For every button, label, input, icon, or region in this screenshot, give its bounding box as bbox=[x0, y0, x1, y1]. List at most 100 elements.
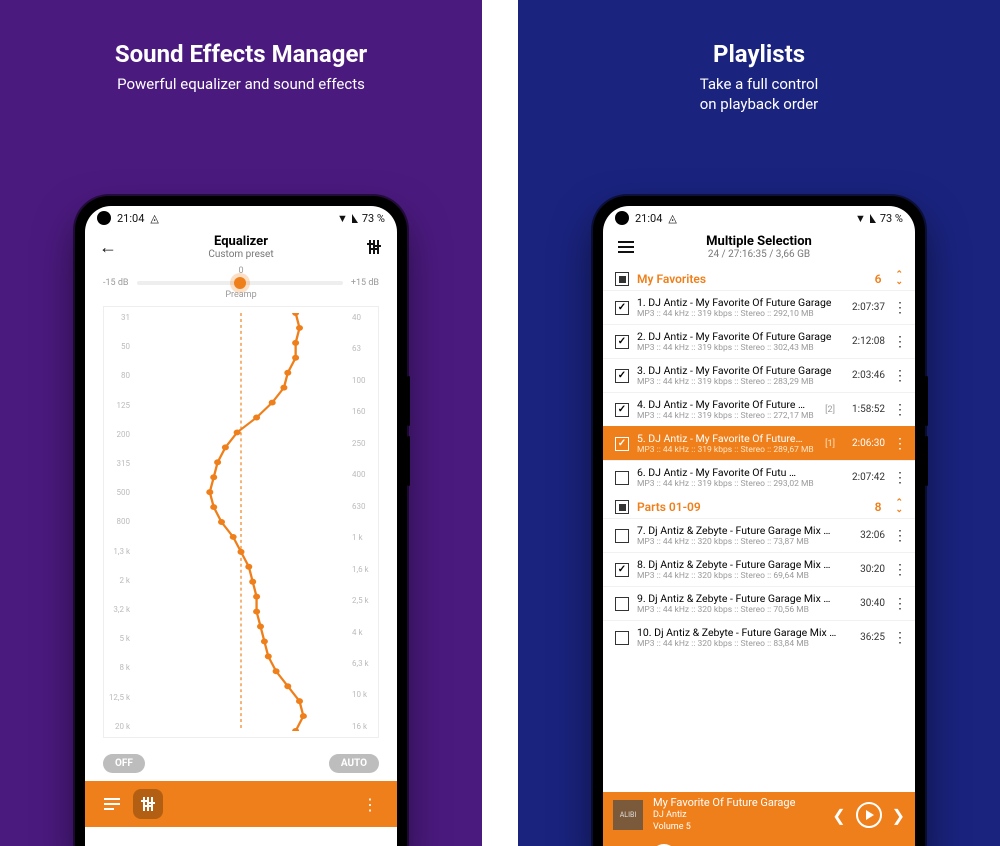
track-row[interactable]: 7. Dj Antiz & Zebyte - Future Garage Mix… bbox=[603, 518, 915, 552]
axis-tick: 315 bbox=[108, 459, 130, 468]
axis-tick: 80 bbox=[108, 371, 130, 380]
section-count: 8 bbox=[875, 500, 888, 514]
axis-tick: 31 bbox=[108, 313, 130, 322]
track-checkbox[interactable] bbox=[615, 471, 629, 485]
preamp-knob[interactable] bbox=[234, 277, 246, 289]
track-overflow-icon[interactable]: ⋮ bbox=[893, 599, 907, 609]
track-checkbox[interactable] bbox=[615, 369, 629, 383]
playlist-section-header[interactable]: My Favorites 6 ⌃⌄ bbox=[603, 266, 915, 290]
track-row[interactable]: 6. DJ Antiz - My Favorite Of Futu …MP3 :… bbox=[603, 460, 915, 494]
track-overflow-icon[interactable]: ⋮ bbox=[893, 303, 907, 313]
preamp-center-label: 0 bbox=[103, 266, 379, 276]
playlist-section-header[interactable]: Parts 01-09 8 ⌃⌄ bbox=[603, 494, 915, 518]
track-row[interactable]: 8. Dj Antiz & Zebyte - Future Garage Mix… bbox=[603, 552, 915, 586]
axis-tick: 5 k bbox=[108, 634, 130, 643]
signal-icon bbox=[870, 214, 876, 223]
track-checkbox[interactable] bbox=[615, 403, 629, 417]
axis-tick: 40 bbox=[352, 313, 374, 322]
track-overflow-icon[interactable]: ⋮ bbox=[893, 531, 907, 541]
track-title: 5. DJ Antiz - My Favorite Of Future… bbox=[637, 432, 815, 445]
phone-frame: 21:04 ◬ ▼ 73 % Multiple Selection 24 / 2… bbox=[593, 196, 925, 846]
battery-text: 73 % bbox=[362, 212, 385, 225]
track-meta: MP3 :: 44 kHz :: 320 kbps :: Stereo :: 7… bbox=[637, 537, 837, 547]
eq-off-button[interactable]: OFF bbox=[103, 754, 145, 773]
now-title: My Favorite Of Future Garage bbox=[653, 797, 822, 809]
track-checkbox[interactable] bbox=[615, 631, 629, 645]
track-badge: [1] bbox=[823, 439, 837, 449]
eq-auto-button[interactable]: AUTO bbox=[329, 754, 379, 773]
track-row[interactable]: 10. Dj Antiz & Zebyte - Future Garage Mi… bbox=[603, 620, 915, 654]
preamp-label: Preamp bbox=[103, 290, 379, 300]
dnd-icon: ◬ bbox=[668, 212, 676, 225]
track-row[interactable]: 5. DJ Antiz - My Favorite Of Future…MP3 … bbox=[603, 426, 915, 460]
status-time: 21:04 bbox=[117, 212, 144, 225]
prev-icon[interactable]: ❮ bbox=[832, 806, 845, 825]
camera-cutout-icon bbox=[615, 211, 629, 225]
now-playing-bar[interactable]: ALIBI My Favorite Of Future Garage DJ An… bbox=[603, 792, 915, 838]
track-meta: MP3 :: 44 kHz :: 319 kbps :: Stereo :: 2… bbox=[637, 445, 815, 455]
track-row[interactable]: 2. DJ Antiz - My Favorite Of Future Gara… bbox=[603, 324, 915, 358]
track-row[interactable]: 3. DJ Antiz - My Favorite Of Future Gara… bbox=[603, 358, 915, 392]
track-checkbox[interactable] bbox=[615, 437, 629, 451]
playlist-nav-icon[interactable] bbox=[97, 789, 127, 819]
eq-settings-icon[interactable] bbox=[361, 234, 387, 260]
track-title: 6. DJ Antiz - My Favorite Of Futu … bbox=[637, 466, 837, 479]
track-overflow-icon[interactable]: ⋮ bbox=[893, 473, 907, 483]
axis-tick: 1,3 k bbox=[108, 547, 130, 556]
track-overflow-icon[interactable]: ⋮ bbox=[893, 633, 907, 643]
next-icon[interactable]: ❯ bbox=[892, 806, 905, 825]
track-row[interactable]: 1. DJ Antiz - My Favorite Of Future Gara… bbox=[603, 290, 915, 324]
track-overflow-icon[interactable]: ⋮ bbox=[893, 337, 907, 347]
section-name: My Favorites bbox=[637, 272, 706, 286]
section-name: Parts 01-09 bbox=[637, 500, 701, 514]
preamp-max: +15 dB bbox=[351, 278, 379, 288]
axis-tick: 4 k bbox=[352, 628, 374, 637]
bottom-nav: ⋮ bbox=[85, 781, 397, 827]
overflow-icon[interactable]: ⋮ bbox=[355, 789, 385, 819]
status-time: 21:04 bbox=[635, 212, 662, 225]
dnd-icon: ◬ bbox=[150, 212, 158, 225]
status-bar: 21:04 ◬ ▼ 73 % bbox=[85, 206, 397, 230]
promo-card-playlists: Playlists Take a full controlon playback… bbox=[518, 0, 1000, 846]
hero-subtitle: Powerful equalizer and sound effects bbox=[0, 74, 482, 94]
track-duration: 2:07:42 bbox=[845, 472, 885, 483]
track-meta: MP3 :: 44 kHz :: 319 kbps :: Stereo :: 2… bbox=[637, 411, 815, 421]
track-checkbox[interactable] bbox=[615, 335, 629, 349]
track-meta: MP3 :: 44 kHz :: 319 kbps :: Stereo :: 2… bbox=[637, 309, 837, 319]
axis-tick: 10 k bbox=[352, 690, 374, 699]
play-icon[interactable] bbox=[856, 802, 882, 828]
eq-graph[interactable]: 3150801252003155008001,3 k2 k3,2 k5 k8 k… bbox=[103, 306, 379, 738]
track-title: 9. Dj Antiz & Zebyte - Future Garage Mix… bbox=[637, 592, 837, 605]
eq-nav-icon[interactable] bbox=[133, 789, 163, 819]
axis-tick: 16 k bbox=[352, 722, 374, 731]
track-row[interactable]: 9. Dj Antiz & Zebyte - Future Garage Mix… bbox=[603, 586, 915, 620]
track-overflow-icon[interactable]: ⋮ bbox=[893, 565, 907, 575]
track-checkbox[interactable] bbox=[615, 563, 629, 577]
wifi-icon: ▼ bbox=[337, 212, 348, 225]
track-overflow-icon[interactable]: ⋮ bbox=[893, 405, 907, 415]
track-overflow-icon[interactable]: ⋮ bbox=[893, 371, 907, 381]
section-sort-icon[interactable]: ⌃⌄ bbox=[895, 500, 903, 514]
axis-tick: 250 bbox=[352, 439, 374, 448]
track-overflow-icon[interactable]: ⋮ bbox=[893, 439, 907, 449]
page-subtitle: Custom preset bbox=[121, 249, 361, 260]
axis-tick: 6,3 k bbox=[352, 659, 374, 668]
preamp-min: -15 dB bbox=[103, 278, 129, 288]
track-duration: 2:03:46 bbox=[845, 370, 885, 381]
track-badge: [2] bbox=[823, 405, 837, 415]
track-checkbox[interactable] bbox=[615, 301, 629, 315]
track-duration: 32:06 bbox=[845, 530, 885, 541]
preamp-slider[interactable] bbox=[137, 281, 343, 285]
section-sort-icon[interactable]: ⌃⌄ bbox=[895, 272, 903, 286]
track-checkbox[interactable] bbox=[615, 597, 629, 611]
track-row[interactable]: 4. DJ Antiz - My Favorite Of Future …MP3… bbox=[603, 392, 915, 426]
page-title: Multiple Selection bbox=[639, 234, 879, 249]
track-checkbox[interactable] bbox=[615, 529, 629, 543]
menu-icon[interactable] bbox=[613, 234, 639, 260]
back-icon[interactable]: ← bbox=[95, 234, 121, 260]
axis-tick: 8 k bbox=[108, 663, 130, 672]
section-checkbox-icon[interactable] bbox=[615, 500, 629, 514]
track-duration: 1:58:52 bbox=[845, 404, 885, 415]
axis-tick: 400 bbox=[352, 470, 374, 479]
section-checkbox-icon[interactable] bbox=[615, 272, 629, 286]
